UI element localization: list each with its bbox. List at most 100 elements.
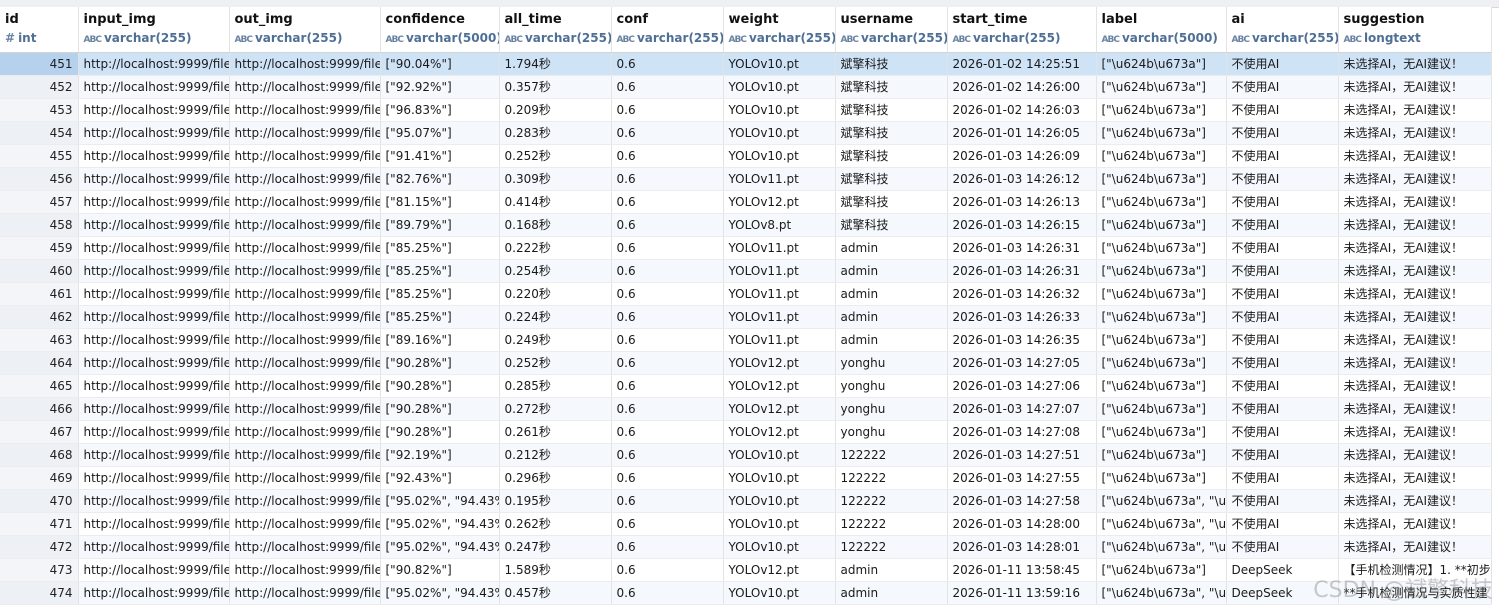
cell-start-time[interactable]: 2026-01-03 14:26:31 bbox=[947, 259, 1097, 283]
cell-start-time[interactable]: 2026-01-02 14:26:03 bbox=[947, 98, 1097, 122]
cell-start-time[interactable]: 2026-01-03 14:27:08 bbox=[947, 420, 1097, 444]
cell-label[interactable]: ["\u624b\u673a"] bbox=[1096, 190, 1227, 214]
cell-confidence[interactable]: ["91.41%"] bbox=[380, 144, 500, 168]
cell-all-time[interactable]: 1.794秒 bbox=[499, 52, 612, 76]
cell-suggestion[interactable]: 未选择AI，无AI建议！ bbox=[1338, 259, 1492, 283]
cell-label[interactable]: ["\u624b\u673a"] bbox=[1096, 98, 1227, 122]
cell-start-time[interactable]: 2026-01-03 14:26:13 bbox=[947, 190, 1097, 214]
table-row[interactable]: 458 http://localhost:9999/file http://loca… bbox=[0, 213, 1492, 237]
cell-id[interactable]: 467 bbox=[0, 420, 79, 444]
cell-start-time[interactable]: 2026-01-03 14:26:12 bbox=[947, 167, 1097, 191]
table-row[interactable]: 472 http://localhost:9999/file http://loca… bbox=[0, 535, 1492, 559]
cell-id[interactable]: 454 bbox=[0, 121, 79, 145]
cell-label[interactable]: ["\u624b\u673a"] bbox=[1096, 328, 1227, 352]
cell-start-time[interactable]: 2026-01-03 14:26:09 bbox=[947, 144, 1097, 168]
table-row[interactable]: 452 http://localhost:9999/file http://loca… bbox=[0, 75, 1492, 99]
table-row[interactable]: 454 http://localhost:9999/file http://loca… bbox=[0, 121, 1492, 145]
cell-out-img[interactable]: http://localhost:9999/file bbox=[229, 144, 381, 168]
cell-conf[interactable]: 0.6 bbox=[611, 581, 724, 605]
cell-label[interactable]: ["\u624b\u673a"] bbox=[1096, 420, 1227, 444]
table-row[interactable]: 466 http://localhost:9999/file http://loca… bbox=[0, 397, 1492, 421]
cell-weight[interactable]: YOLOv10.pt bbox=[723, 512, 836, 536]
cell-suggestion[interactable]: 未选择AI，无AI建议！ bbox=[1338, 351, 1492, 375]
cell-out-img[interactable]: http://localhost:9999/file bbox=[229, 98, 381, 122]
cell-ai[interactable]: 不使用AI bbox=[1226, 282, 1339, 306]
table-row[interactable]: 453 http://localhost:9999/file http://loca… bbox=[0, 98, 1492, 122]
cell-weight[interactable]: YOLOv11.pt bbox=[723, 259, 836, 283]
cell-weight[interactable]: YOLOv11.pt bbox=[723, 305, 836, 329]
cell-label[interactable]: ["\u624b\u673a", "\u bbox=[1096, 512, 1227, 536]
cell-id[interactable]: 472 bbox=[0, 535, 79, 559]
cell-username[interactable]: 斌擎科技 bbox=[835, 52, 948, 76]
cell-all-time[interactable]: 0.309秒 bbox=[499, 167, 612, 191]
cell-id[interactable]: 473 bbox=[0, 558, 79, 582]
cell-input-img[interactable]: http://localhost:9999/file bbox=[78, 52, 230, 76]
cell-ai[interactable]: 不使用AI bbox=[1226, 512, 1339, 536]
cell-suggestion[interactable]: 未选择AI，无AI建议！ bbox=[1338, 443, 1492, 467]
cell-id[interactable]: 474 bbox=[0, 581, 79, 605]
cell-confidence[interactable]: ["95.02%", "94.43% bbox=[380, 512, 500, 536]
cell-all-time[interactable]: 0.249秒 bbox=[499, 328, 612, 352]
cell-confidence[interactable]: ["85.25%"] bbox=[380, 259, 500, 283]
cell-all-time[interactable]: 0.168秒 bbox=[499, 213, 612, 237]
cell-all-time[interactable]: 0.457秒 bbox=[499, 581, 612, 605]
cell-out-img[interactable]: http://localhost:9999/file bbox=[229, 282, 381, 306]
cell-start-time[interactable]: 2026-01-11 13:58:45 bbox=[947, 558, 1097, 582]
cell-confidence[interactable]: ["92.19%"] bbox=[380, 443, 500, 467]
cell-confidence[interactable]: ["96.83%"] bbox=[380, 98, 500, 122]
cell-username[interactable]: admin bbox=[835, 259, 948, 283]
cell-label[interactable]: ["\u624b\u673a"] bbox=[1096, 558, 1227, 582]
cell-ai[interactable]: 不使用AI bbox=[1226, 420, 1339, 444]
cell-username[interactable]: 斌擎科技 bbox=[835, 144, 948, 168]
table-row[interactable]: 467 http://localhost:9999/file http://loca… bbox=[0, 420, 1492, 444]
cell-all-time[interactable]: 0.220秒 bbox=[499, 282, 612, 306]
cell-start-time[interactable]: 2026-01-03 14:27:51 bbox=[947, 443, 1097, 467]
cell-ai[interactable]: 不使用AI bbox=[1226, 443, 1339, 467]
cell-username[interactable]: 122222 bbox=[835, 443, 948, 467]
table-row[interactable]: 462 http://localhost:9999/file http://loca… bbox=[0, 305, 1492, 329]
cell-conf[interactable]: 0.6 bbox=[611, 558, 724, 582]
cell-out-img[interactable]: http://localhost:9999/file bbox=[229, 190, 381, 214]
cell-id[interactable]: 461 bbox=[0, 282, 79, 306]
cell-all-time[interactable]: 0.254秒 bbox=[499, 259, 612, 283]
table-row[interactable]: 473 http://localhost:9999/file http://loca… bbox=[0, 558, 1492, 582]
cell-weight[interactable]: YOLOv10.pt bbox=[723, 443, 836, 467]
cell-input-img[interactable]: http://localhost:9999/file bbox=[78, 512, 230, 536]
cell-confidence[interactable]: ["95.07%"] bbox=[380, 121, 500, 145]
cell-out-img[interactable]: http://localhost:9999/file bbox=[229, 489, 381, 513]
cell-suggestion[interactable]: 未选择AI，无AI建议！ bbox=[1338, 535, 1492, 559]
cell-ai[interactable]: 不使用AI bbox=[1226, 489, 1339, 513]
cell-ai[interactable]: 不使用AI bbox=[1226, 121, 1339, 145]
cell-label[interactable]: ["\u624b\u673a"] bbox=[1096, 397, 1227, 421]
cell-out-img[interactable]: http://localhost:9999/file bbox=[229, 305, 381, 329]
cell-conf[interactable]: 0.6 bbox=[611, 443, 724, 467]
cell-input-img[interactable]: http://localhost:9999/file bbox=[78, 236, 230, 260]
cell-out-img[interactable]: http://localhost:9999/file bbox=[229, 581, 381, 605]
cell-weight[interactable]: YOLOv11.pt bbox=[723, 167, 836, 191]
cell-start-time[interactable]: 2026-01-02 14:26:00 bbox=[947, 75, 1097, 99]
cell-conf[interactable]: 0.6 bbox=[611, 374, 724, 398]
cell-weight[interactable]: YOLOv8.pt bbox=[723, 213, 836, 237]
cell-input-img[interactable]: http://localhost:9999/file bbox=[78, 397, 230, 421]
cell-input-img[interactable]: http://localhost:9999/file bbox=[78, 305, 230, 329]
cell-username[interactable]: yonghu bbox=[835, 420, 948, 444]
cell-input-img[interactable]: http://localhost:9999/file bbox=[78, 374, 230, 398]
cell-conf[interactable]: 0.6 bbox=[611, 144, 724, 168]
cell-label[interactable]: ["\u624b\u673a"] bbox=[1096, 144, 1227, 168]
cell-label[interactable]: ["\u624b\u673a"] bbox=[1096, 213, 1227, 237]
cell-username[interactable]: 斌擎科技 bbox=[835, 213, 948, 237]
cell-conf[interactable]: 0.6 bbox=[611, 213, 724, 237]
cell-confidence[interactable]: ["82.76%"] bbox=[380, 167, 500, 191]
cell-out-img[interactable]: http://localhost:9999/file bbox=[229, 213, 381, 237]
cell-username[interactable]: 斌擎科技 bbox=[835, 190, 948, 214]
column-header-input-img[interactable]: input_img ABC varchar(255) bbox=[78, 7, 230, 53]
cell-confidence[interactable]: ["90.28%"] bbox=[380, 420, 500, 444]
cell-label[interactable]: ["\u624b\u673a"] bbox=[1096, 52, 1227, 76]
cell-out-img[interactable]: http://localhost:9999/file bbox=[229, 443, 381, 467]
cell-input-img[interactable]: http://localhost:9999/file bbox=[78, 213, 230, 237]
cell-out-img[interactable]: http://localhost:9999/file bbox=[229, 328, 381, 352]
cell-username[interactable]: 斌擎科技 bbox=[835, 167, 948, 191]
cell-conf[interactable]: 0.6 bbox=[611, 236, 724, 260]
cell-weight[interactable]: YOLOv10.pt bbox=[723, 75, 836, 99]
column-header-weight[interactable]: weight ABC varchar(255) bbox=[723, 7, 836, 53]
